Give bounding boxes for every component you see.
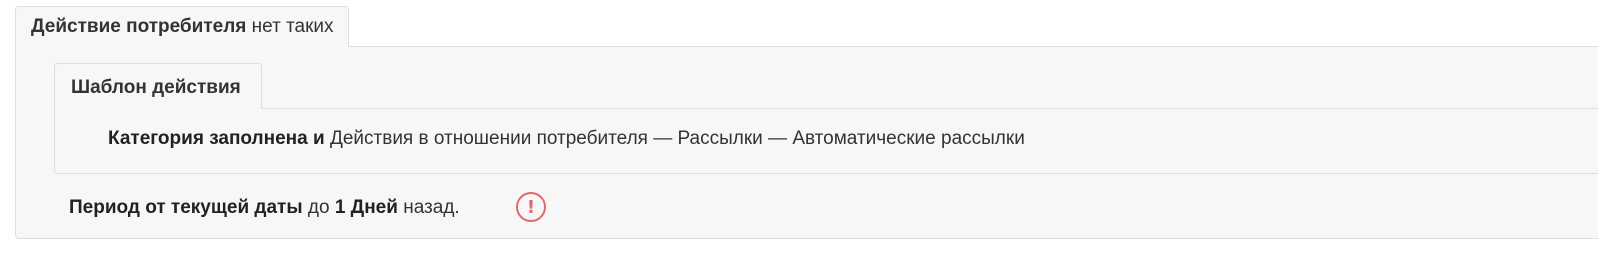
exclamation-circle-icon[interactable]: ! bbox=[516, 192, 546, 222]
period-amount[interactable]: 1 Дней bbox=[335, 197, 398, 218]
category-path[interactable]: Действия в отношении потребителя — Рассы… bbox=[330, 128, 1025, 149]
consumer-action-value: нет таких bbox=[251, 16, 334, 37]
period-condition: Период от текущей даты до 1 Дней назад. bbox=[69, 196, 460, 220]
category-condition: Категория заполнена и Действия в отношен… bbox=[108, 127, 1025, 151]
action-template-label: Шаблон действия bbox=[71, 77, 241, 98]
consumer-action-label: Действие потребителя bbox=[31, 16, 247, 37]
period-to-word: до bbox=[307, 197, 330, 218]
filter-condition: Действие потребителя нет таких Шаблон де… bbox=[0, 0, 1598, 262]
action-template-tab[interactable]: Шаблон действия bbox=[54, 63, 262, 109]
consumer-action-tab[interactable]: Действие потребителя нет таких bbox=[15, 6, 349, 47]
period-label: Период от текущей даты bbox=[69, 197, 303, 218]
period-suffix: назад. bbox=[403, 197, 460, 218]
category-filled-label: Категория заполнена и bbox=[108, 128, 325, 149]
